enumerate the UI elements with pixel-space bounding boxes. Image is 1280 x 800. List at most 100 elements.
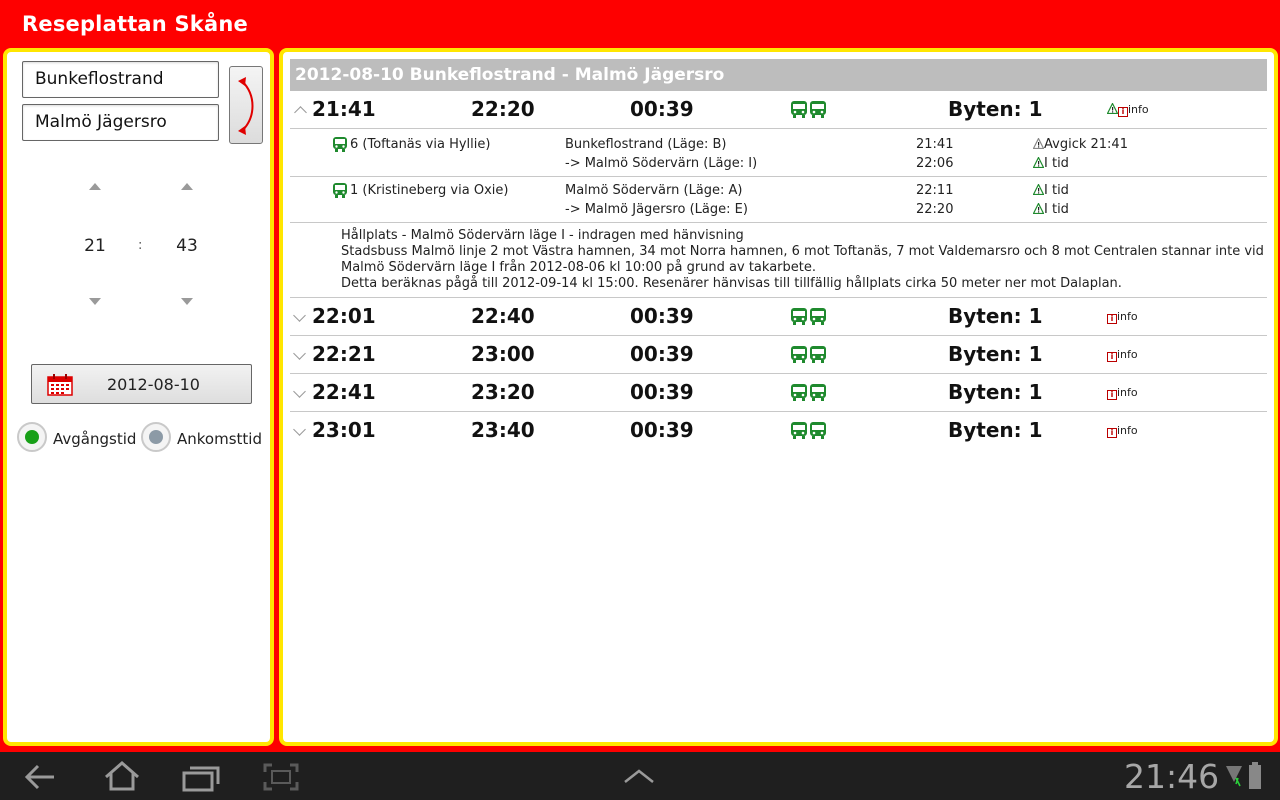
bus-icons [790,307,828,329]
trip-changes: Byten: 1 [948,342,1043,366]
minute-down-button[interactable] [181,298,193,305]
trip-duration: 00:39 [630,97,694,121]
time-separator: : [138,238,143,253]
info-icon: i [1107,352,1117,362]
screenshot-icon[interactable] [262,762,300,792]
bus-icon [791,384,826,401]
trip-changes: Byten: 1 [948,380,1043,404]
warning-icon [1033,203,1044,214]
trip-changes: Byten: 1 [948,97,1043,121]
arrival-time-radio[interactable] [141,422,171,452]
bus-icon [791,346,826,363]
expand-chevron-icon[interactable] [293,385,306,398]
warning-icon [1107,103,1118,114]
trip-row[interactable]: 21:41 22:20 00:39 Byten: 1 i info [290,91,1267,129]
trip-arrival: 22:20 [471,97,535,121]
bus-icon [333,137,347,152]
bus-icons [790,345,828,367]
leg-dep-time: 22:11 [916,183,954,198]
home-icon[interactable] [102,760,142,792]
trip-changes: Byten: 1 [948,418,1043,442]
trip-leg: 6 (Toftanäs via Hyllie) Bunkeflostrand (… [290,131,1267,177]
bus-icon [791,308,826,325]
trip-arrival: 23:00 [471,342,535,366]
from-field[interactable]: Bunkeflostrand [22,61,219,98]
trip-info-link[interactable]: i info [1107,103,1149,117]
hour-up-button[interactable] [89,183,101,190]
warning-icon [1033,184,1044,195]
recent-apps-icon[interactable] [182,762,220,792]
trip-row[interactable]: 23:01 23:40 00:39 Byten: 1 i info [290,412,1267,450]
swap-stops-button[interactable] [229,66,263,144]
trip-row[interactable]: 22:21 23:00 00:39 Byten: 1 i info [290,336,1267,374]
trip-departure: 21:41 [312,97,376,121]
leg-line: 1 (Kristineberg via Oxie) [350,183,509,198]
search-panel: Bunkeflostrand Malmö Jägersro 21 : 43 20… [3,48,274,746]
notice-line: Malmö Södervärn läge I från 2012-08-06 k… [341,260,816,275]
info-icon: i [1107,314,1117,324]
trip-duration: 00:39 [630,380,694,404]
trip-duration: 00:39 [630,418,694,442]
warning-icon [1033,138,1044,149]
trip-info-link[interactable]: i info [1107,310,1138,324]
collapse-chevron-icon[interactable] [294,106,307,119]
leg-arr-status: I tid [1033,156,1069,171]
trip-changes: Byten: 1 [948,304,1043,328]
bus-icon [333,183,347,198]
arrival-time-label[interactable]: Ankomsttid [177,430,262,448]
departure-time-radio[interactable] [17,422,47,452]
departure-time-label[interactable]: Avgångstid [53,430,136,448]
date-label: 2012-08-10 [107,375,200,394]
minute-up-button[interactable] [181,183,193,190]
expand-chevron-icon[interactable] [293,423,306,436]
app-title: Reseplattan Skåne [22,12,248,36]
status-clock: 21:46 [1124,757,1220,796]
leg-arr-time: 22:20 [916,202,954,217]
trip-departure: 22:41 [312,380,376,404]
trip-duration: 00:39 [630,304,694,328]
swap-arrows-icon [238,77,254,135]
bus-icons [790,383,828,405]
notice-line: Stadsbuss Malmö linje 2 mot Västra hamne… [341,244,1264,259]
hour-down-button[interactable] [89,298,101,305]
trip-info-link[interactable]: i info [1107,348,1138,362]
results-panel: 2012-08-10 Bunkeflostrand - Malmö Jägers… [279,48,1278,746]
status-text: I tid [1044,156,1069,171]
date-picker-button[interactable]: 2012-08-10 [31,364,252,404]
trip-arrival: 22:40 [471,304,535,328]
trip-info-link[interactable]: i info [1107,424,1138,438]
trip-departure: 22:01 [312,304,376,328]
status-text: I tid [1044,202,1069,217]
warning-icon [1033,157,1044,168]
expand-chevron-icon[interactable] [293,347,306,360]
leg-arr-time: 22:06 [916,156,954,171]
trip-row[interactable]: 22:41 23:20 00:39 Byten: 1 i info [290,374,1267,412]
leg-to: -> Malmö Jägersro (Läge: E) [565,202,748,217]
minute-value[interactable]: 43 [167,236,207,256]
notice-line: Hållplats - Malmö Södervärn läge I - ind… [341,228,744,243]
trip-duration: 00:39 [630,342,694,366]
leg-line: 6 (Toftanäs via Hyllie) [350,137,491,152]
status-text: I tid [1044,183,1069,198]
to-field[interactable]: Malmö Jägersro [22,104,219,141]
info-label: info [1117,424,1138,437]
wifi-icon [1226,766,1242,787]
hour-value[interactable]: 21 [75,236,115,256]
route-header: 2012-08-10 Bunkeflostrand - Malmö Jägers… [290,59,1267,91]
disruption-notice: Hållplats - Malmö Södervärn läge I - ind… [290,223,1267,298]
back-icon[interactable] [22,762,58,792]
trip-info-link[interactable]: i info [1107,386,1138,400]
info-label: info [1117,386,1138,399]
bus-icon [791,422,826,439]
trip-row[interactable]: 22:01 22:40 00:39 Byten: 1 i info [290,298,1267,336]
radio-selected-dot [25,430,39,444]
leg-dep-status: Avgick 21:41 [1033,137,1128,152]
leg-from: Bunkeflostrand (Läge: B) [565,137,727,152]
trip-leg: 1 (Kristineberg via Oxie) Malmö Södervär… [290,177,1267,223]
info-icon: i [1107,428,1117,438]
chevron-up-icon[interactable] [622,766,656,786]
expand-chevron-icon[interactable] [293,309,306,322]
info-icon: i [1107,390,1117,400]
battery-icon [1249,762,1261,789]
status-text: Avgick 21:41 [1044,137,1128,152]
